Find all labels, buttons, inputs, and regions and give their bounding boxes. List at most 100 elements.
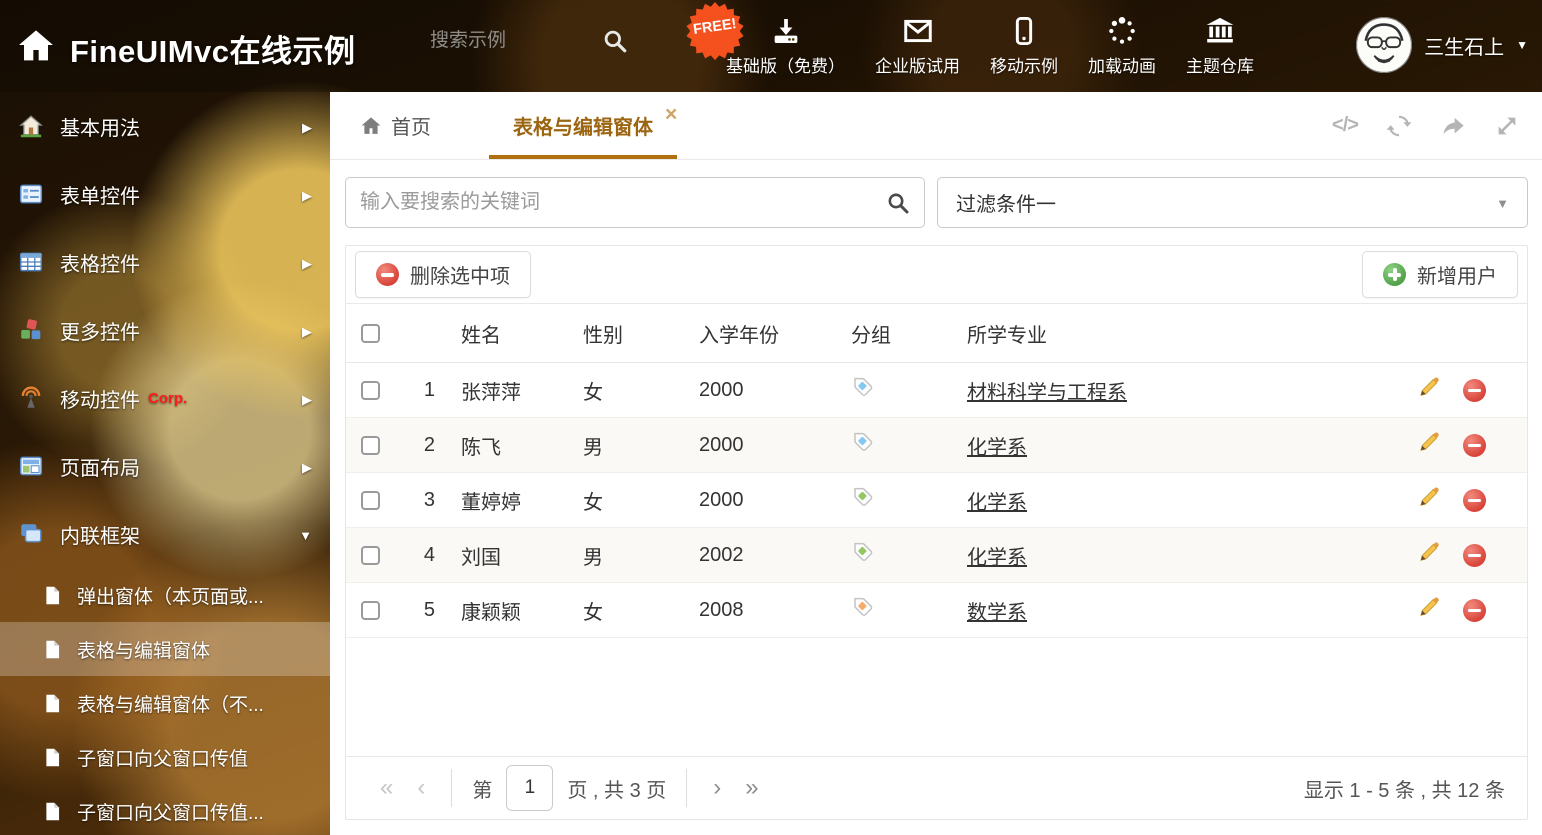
sidebar-subitem[interactable]: 子窗口向父窗口传值 — [0, 730, 330, 784]
edit-pencil-icon[interactable] — [1417, 540, 1441, 570]
major-link[interactable]: 数学系 — [967, 602, 1027, 624]
user-menu[interactable]: 三生石上 — [1356, 17, 1528, 73]
refresh-icon[interactable] — [1386, 113, 1412, 139]
delete-row-icon[interactable] — [1463, 379, 1486, 402]
row-year: 2000 — [687, 434, 839, 457]
header-nav-item[interactable]: 基础版（免费） — [726, 13, 845, 77]
sidebar-item[interactable]: 表单控件 — [0, 160, 330, 228]
row-actions — [1405, 595, 1527, 625]
tab-underline — [489, 155, 677, 159]
search-icon[interactable] — [602, 28, 628, 54]
delete-row-icon[interactable] — [1463, 599, 1486, 622]
page-number-input[interactable] — [506, 765, 553, 811]
next-page-icon[interactable] — [701, 776, 733, 800]
table-icon — [18, 249, 44, 275]
expand-icon[interactable] — [1494, 113, 1520, 139]
tag-icon — [851, 540, 875, 570]
header-nav-item[interactable]: 主题仓库 — [1186, 13, 1254, 77]
edit-pencil-icon[interactable] — [1417, 595, 1441, 625]
sidebar-subitem-label: 子窗口向父窗口传值... — [77, 798, 264, 825]
sidebar-item-label: 表格控件 — [60, 248, 140, 277]
sidebar-subitem[interactable]: 表格与编辑窗体 — [0, 622, 330, 676]
sidebar-item[interactable]: 内联框架 — [0, 500, 330, 568]
header-nav-item[interactable]: 加载动画 — [1088, 13, 1156, 77]
keyword-search-input[interactable] — [360, 191, 886, 214]
row-index: 5 — [394, 599, 449, 622]
filter-dropdown[interactable]: 过滤条件一 — [937, 177, 1528, 228]
prev-page-icon[interactable] — [405, 776, 437, 800]
tab-tools: </> — [1332, 113, 1520, 139]
sidebar-subitem[interactable]: 表格与编辑窗体（不... — [0, 676, 330, 730]
tag-icon — [851, 375, 875, 405]
mobile-icon — [1008, 13, 1040, 49]
table-row: 1张萍萍女2000材料科学与工程系 — [346, 363, 1527, 418]
share-icon[interactable] — [1440, 113, 1466, 139]
major-link[interactable]: 化学系 — [967, 547, 1027, 569]
layout-icon — [18, 453, 44, 479]
major-link[interactable]: 化学系 — [967, 492, 1027, 514]
cubes-icon — [18, 317, 44, 343]
keyword-search-box — [345, 177, 925, 228]
add-user-button[interactable]: 新增用户 — [1362, 251, 1518, 298]
first-page-icon[interactable] — [368, 776, 405, 800]
row-name: 张萍萍 — [449, 376, 571, 405]
sidebar-item[interactable]: 基本用法 — [0, 92, 330, 160]
sidebar-subitem-label: 表格与编辑窗体 — [77, 636, 210, 663]
page-icon — [42, 747, 63, 768]
sidebar-subitem-label: 表格与编辑窗体（不... — [77, 690, 264, 717]
delete-row-icon[interactable] — [1463, 544, 1486, 567]
row-actions — [1405, 540, 1527, 570]
search-icon[interactable] — [886, 191, 910, 215]
tab-active[interactable]: 表格与编辑窗体 — [489, 92, 677, 159]
column-header: 姓名 — [449, 319, 571, 348]
row-year: 2002 — [687, 544, 839, 567]
row-checkbox[interactable] — [361, 601, 380, 620]
sidebar-item[interactable]: 移动控件Corp. — [0, 364, 330, 432]
pagination-summary: 显示 1 - 5 条 , 共 12 条 — [1304, 774, 1505, 803]
delete-selected-button[interactable]: 删除选中项 — [355, 251, 531, 298]
code-icon[interactable]: </> — [1332, 113, 1358, 139]
tab-close-icon[interactable] — [665, 104, 683, 122]
plus-circle-icon — [1383, 263, 1406, 286]
edit-pencil-icon[interactable] — [1417, 485, 1441, 515]
delete-row-icon[interactable] — [1463, 434, 1486, 457]
row-year: 2008 — [687, 599, 839, 622]
sidebar-subitem[interactable]: 弹出窗体（本页面或... — [0, 568, 330, 622]
row-gender: 男 — [571, 431, 687, 460]
edit-pencil-icon[interactable] — [1417, 375, 1441, 405]
user-name: 三生石上 — [1424, 31, 1504, 60]
spinner-icon — [1106, 13, 1138, 49]
delete-row-icon[interactable] — [1463, 489, 1486, 512]
nav-label: 移动示例 — [990, 52, 1058, 77]
edit-pencil-icon[interactable] — [1417, 430, 1441, 460]
major-link[interactable]: 材料科学与工程系 — [967, 382, 1127, 404]
header-nav: 基础版（免费） 企业版试用移动示例 加载动画主题仓库 — [726, 13, 1254, 77]
chevron-right-icon — [302, 455, 312, 478]
select-all-checkbox[interactable] — [361, 324, 380, 343]
download-icon — [770, 13, 802, 49]
major-link[interactable]: 化学系 — [967, 437, 1027, 459]
row-actions — [1405, 485, 1527, 515]
last-page-icon[interactable] — [733, 776, 770, 800]
sidebar-item[interactable]: 表格控件 — [0, 228, 330, 296]
row-year: 2000 — [687, 379, 839, 402]
page-prefix: 第 — [472, 774, 492, 803]
header-nav-item[interactable]: 企业版试用 — [875, 13, 960, 77]
tab-bar: 首页 表格与编辑窗体 </> — [330, 92, 1542, 160]
app-home-icon[interactable] — [16, 26, 56, 66]
row-checkbox[interactable] — [361, 436, 380, 455]
row-checkbox[interactable] — [361, 381, 380, 400]
row-checkbox[interactable] — [361, 546, 380, 565]
tab-home[interactable]: 首页 — [360, 92, 431, 159]
sidebar-item-label: 移动控件 — [60, 384, 140, 413]
sidebar-subitem[interactable]: 子窗口向父窗口传值... — [0, 784, 330, 835]
chevron-right-icon — [302, 115, 312, 138]
row-checkbox[interactable] — [361, 491, 380, 510]
home-icon — [18, 113, 44, 139]
sidebar-item[interactable]: 页面布局 — [0, 432, 330, 500]
header-search-input[interactable] — [430, 30, 590, 52]
chevron-right-icon — [302, 251, 312, 274]
header-nav-item[interactable]: 移动示例 — [990, 13, 1058, 77]
sidebar-item[interactable]: 更多控件 — [0, 296, 330, 364]
page-suffix: 页 , 共 3 页 — [567, 774, 666, 803]
